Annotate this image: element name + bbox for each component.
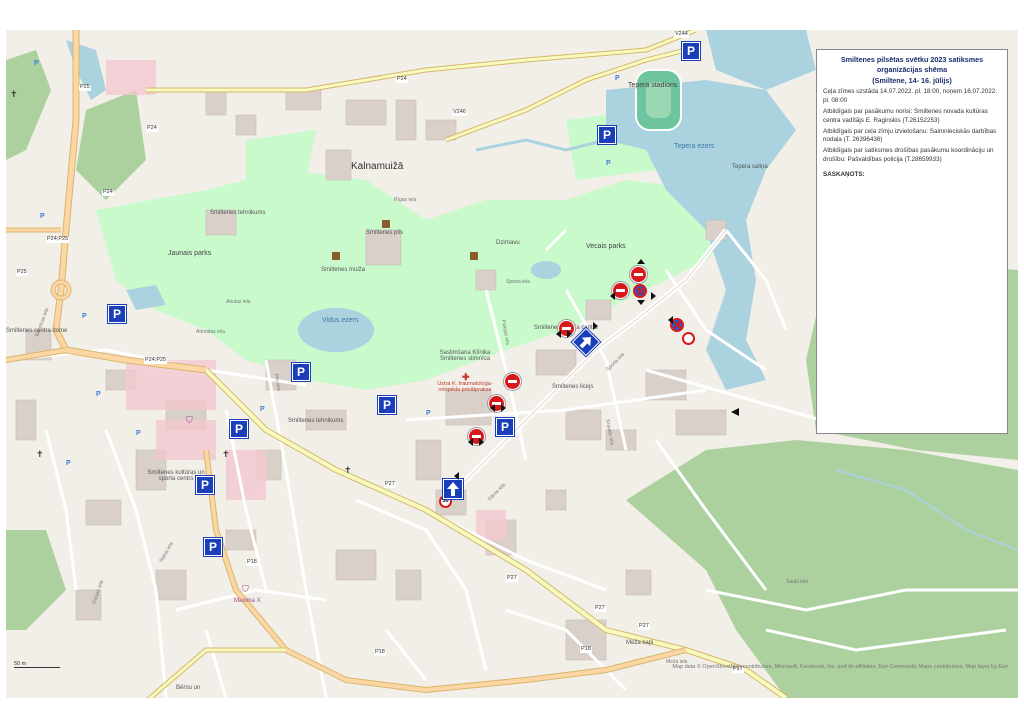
castle-icon — [382, 220, 390, 228]
church-icon: ✝ — [344, 465, 352, 475]
monument-icon — [470, 252, 478, 260]
church-icon: ✝ — [10, 89, 18, 99]
info-title-line2: organizācijas shēma — [876, 65, 948, 75]
info-responsible-safety: Atbildīgais par satiksmes drošības pasāk… — [823, 147, 994, 163]
info-title-line1: Smiltenes pilsētas svētku 2023 satiksmes — [840, 55, 984, 64]
shop-icon: ⛉ — [186, 415, 193, 425]
shop-icon: ⛉ — [242, 584, 249, 594]
info-responsible-signs: Atbildīgais par ceļa zīmju izvietošanu: … — [823, 127, 997, 144]
hospital-icon: ✚ — [462, 372, 470, 382]
info-title-line3: (Smiltene, 14- 16. jūlijs) — [872, 75, 952, 85]
church-icon: ✝ — [36, 449, 44, 459]
info-box: Smiltenes pilsētas svētku 2023 satiksmes… — [816, 49, 1008, 434]
church-icon: ✝ — [222, 449, 230, 459]
scale-bar: 50 m — [14, 661, 60, 668]
info-sign-times: Ceļa zīmes uzstāda 14.07.2022. pl. 18:00… — [823, 88, 997, 105]
museum-icon — [332, 252, 340, 260]
info-responsible-event: Atbildīgais par pasākumu norisi: Smilten… — [823, 107, 988, 124]
map-attribution: Map data © OpenStreetMap contributors, M… — [672, 664, 1008, 670]
info-approved: SASKAŅOTS: — [823, 170, 865, 178]
